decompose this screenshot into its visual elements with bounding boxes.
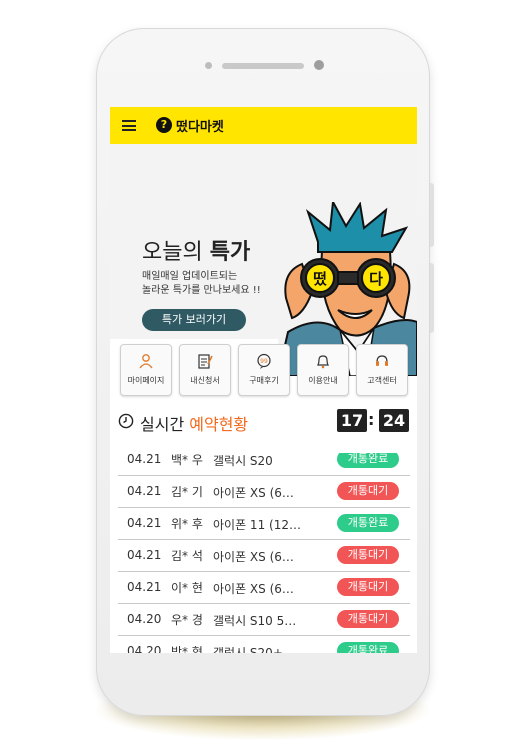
reservation-row: 04.20 우* 경 갤럭시 S10 5… 개통대기	[118, 604, 410, 636]
reservation-product: 갤럭시 S10 5…	[213, 614, 297, 628]
phone-speaker	[222, 63, 304, 69]
banner-subtitle-line2: 놀라운 특가를 만나보세요 !!	[142, 285, 261, 296]
menu-mypage[interactable]: 마이페이지	[120, 344, 172, 396]
logo-question-icon: ?	[156, 117, 172, 133]
reservation-status-badge: 개통완료	[337, 453, 399, 468]
phone-sensor	[205, 62, 212, 69]
reservation-name: 김* 석	[171, 549, 203, 563]
power-button	[430, 263, 434, 333]
reservation-product: 아이폰 XS (6…	[213, 486, 294, 500]
quick-menu: 마이페이지 내신청서 99 구매후기 이용안내 고객센터	[118, 344, 410, 396]
reservation-date: 04.20	[127, 612, 162, 626]
reservation-row: 04.20 박* 혁 갤럭시 S20+ 개통완료	[118, 636, 410, 653]
person-icon	[139, 354, 153, 369]
reservation-date: 04.21	[127, 453, 162, 466]
menu-guide[interactable]: 이용안내	[297, 344, 349, 396]
menu-label: 이용안내	[308, 376, 338, 385]
reservation-status-badge: 개통완료	[337, 642, 399, 653]
menu-label: 마이페이지	[127, 376, 165, 385]
reservation-date: 04.20	[127, 644, 162, 653]
promo-banner[interactable]: 오늘의 특가 매일매일 업데이트되는 놀라운 특가를 만나보세요 !! 특가 보…	[110, 144, 417, 376]
reservation-name: 위* 후	[171, 517, 203, 531]
reservation-row: 04.21 김* 기 아이폰 XS (6… 개통대기	[118, 476, 410, 508]
reservation-status-badge: 개통대기	[337, 482, 399, 500]
reservation-name: 백* 우	[171, 453, 203, 467]
reservation-date: 04.21	[127, 580, 162, 594]
banner-title: 오늘의 특가	[142, 234, 250, 266]
document-icon	[198, 354, 213, 369]
banner-subtitle-line1: 매일매일 업데이트되는	[142, 271, 238, 282]
live-title-plain: 실시간	[140, 415, 190, 434]
reservation-status-badge: 개통완료	[337, 514, 399, 532]
reservation-name: 박* 혁	[171, 645, 203, 653]
binocular-left-text: 떴	[313, 270, 327, 288]
headset-icon	[376, 355, 388, 366]
phone-screen: ? 떴다마켓 오늘의 특가 매일매일 업데이트되는 놀라운 특가를 만나보세요 …	[110, 107, 417, 653]
app-title[interactable]: 떴다마켓	[176, 116, 224, 135]
volume-button	[430, 183, 434, 247]
binocular-right-text: 다	[369, 270, 383, 288]
menu-label: 구매후기	[249, 376, 279, 385]
reservation-date: 04.21	[127, 548, 162, 562]
banner-subtitle: 매일매일 업데이트되는 놀라운 특가를 만나보세요 !!	[142, 270, 261, 298]
live-title: 실시간 예약현황	[140, 411, 248, 435]
menu-support[interactable]: 고객센터	[356, 344, 408, 396]
hamburger-menu-icon[interactable]	[122, 120, 136, 131]
reservation-status-badge: 개통대기	[337, 578, 399, 596]
menu-applications[interactable]: 내신청서	[179, 344, 231, 396]
reservation-row: 04.21 김* 석 아이폰 XS (6… 개통대기	[118, 540, 410, 572]
reservation-row: 04.21 이* 현 아이폰 XS (6… 개통대기	[118, 572, 410, 604]
banner-title-bold: 특가	[209, 240, 251, 265]
live-reservation-header: 실시간 예약현황 17 : 24	[118, 409, 410, 435]
view-deals-button[interactable]: 특가 보러가기	[142, 309, 246, 331]
phone-camera	[314, 60, 324, 70]
live-title-highlight: 예약현황	[189, 415, 249, 434]
reservation-product: 갤럭시 S20	[213, 454, 273, 468]
reservation-date: 04.21	[127, 516, 162, 530]
top-bar: ? 떴다마켓	[110, 107, 417, 144]
menu-reviews[interactable]: 99 구매후기	[238, 344, 290, 396]
reservation-name: 우* 경	[171, 613, 203, 627]
menu-label: 내신청서	[190, 376, 220, 385]
reservation-date: 04.21	[127, 484, 162, 498]
reservation-name: 이* 현	[171, 581, 203, 595]
reservation-product: 갤럭시 S20+	[213, 646, 283, 653]
reservation-product: 아이폰 11 (12…	[213, 518, 301, 532]
reservation-list: 04.21 백* 우 갤럭시 S20 개통완료 04.21 김* 기 아이폰 XS (6… 개…	[118, 453, 410, 653]
reservation-row: 04.21 위* 후 아이폰 11 (12… 개통완료	[118, 508, 410, 540]
clock-icon	[118, 413, 134, 429]
reservation-status-badge: 개통대기	[337, 610, 399, 628]
banner-title-normal: 오늘의	[142, 240, 210, 265]
clock-colon: :	[368, 410, 375, 429]
clock-hour: 17	[337, 409, 367, 432]
svg-text:99: 99	[260, 358, 268, 365]
reservation-name: 김* 기	[171, 485, 203, 499]
reservation-product: 아이폰 XS (6…	[213, 582, 294, 596]
review-bubble-icon: 99	[257, 353, 271, 369]
reservation-status-badge: 개통대기	[337, 546, 399, 564]
clock-minute: 24	[379, 409, 409, 432]
reservation-product: 아이폰 XS (6…	[213, 550, 294, 564]
reservation-row: 04.21 백* 우 갤럭시 S20 개통완료	[118, 453, 410, 476]
bell-icon	[317, 355, 329, 369]
menu-label: 고객센터	[367, 376, 397, 385]
